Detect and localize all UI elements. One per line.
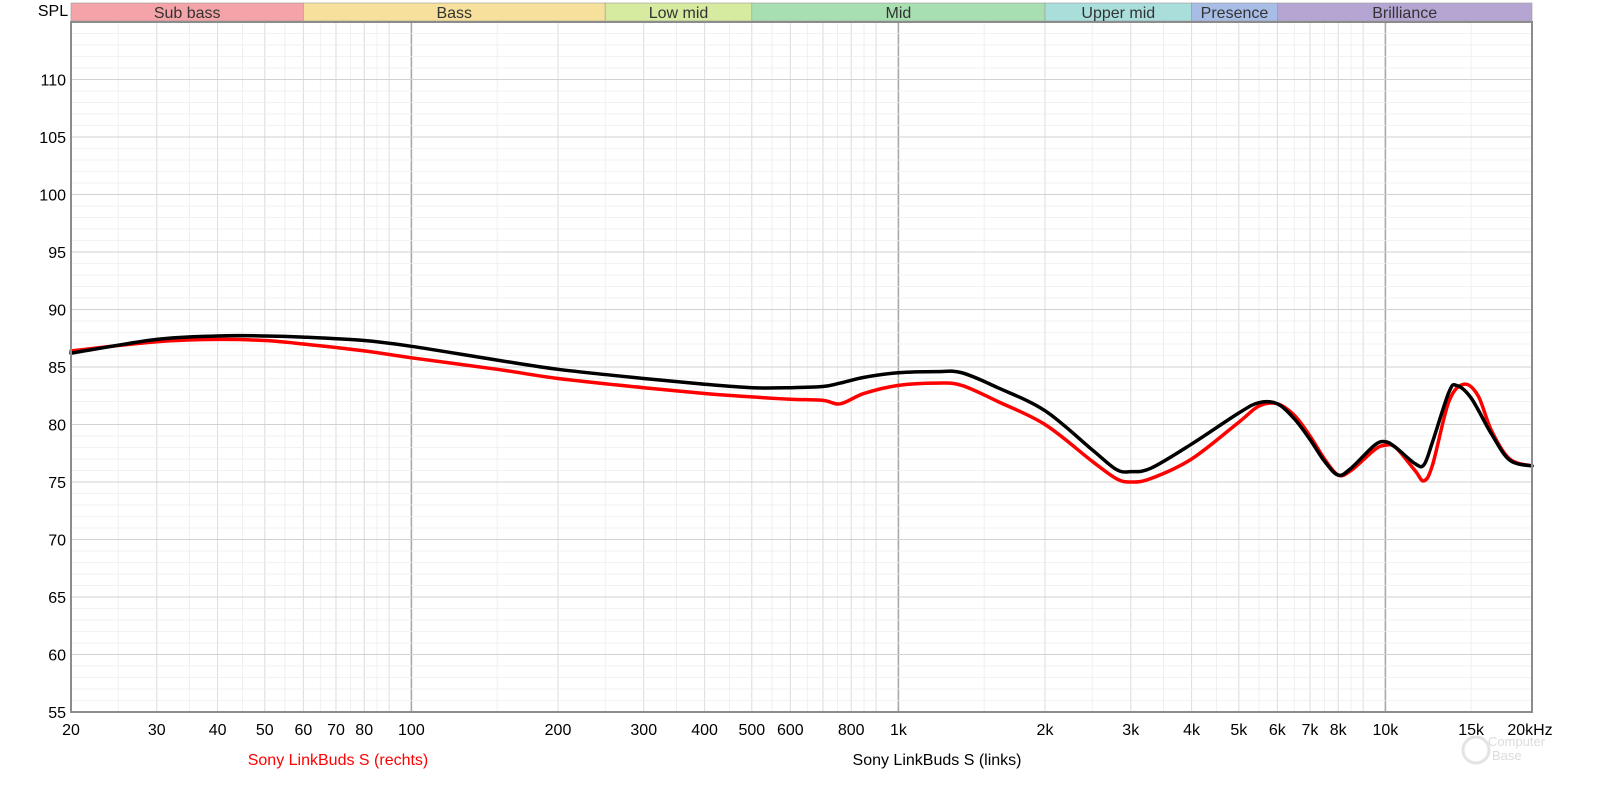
watermark-text: Computer <box>1488 734 1546 749</box>
x-tick-label: 8k <box>1330 722 1348 739</box>
x-tick-label: 100 <box>398 722 425 739</box>
y-tick-label: 110 <box>40 73 66 90</box>
band-label: Mid <box>886 5 912 22</box>
x-tick-label: 3k <box>1122 722 1140 739</box>
legend: Sony LinkBuds S (rechts) Sony LinkBuds S … <box>248 752 1022 769</box>
x-tick-label: 80 <box>355 722 373 739</box>
x-tick-label: 600 <box>777 722 804 739</box>
x-tick-label: 40 <box>209 722 227 739</box>
x-tick-label: 1k <box>890 722 908 739</box>
watermark-logo: Computer Base <box>1461 734 1546 765</box>
y-tick-label: 100 <box>39 188 66 205</box>
frequency-response-chart: Sub bass Bass Low mid Mid Upper mid Presence B… <box>38 2 1553 769</box>
x-tick-label: 20 <box>62 722 80 739</box>
x-tick-label: 500 <box>738 722 765 739</box>
band-label: Bass <box>436 5 472 22</box>
x-tick-label: 300 <box>630 722 657 739</box>
band-label: Upper mid <box>1081 5 1155 22</box>
legend-entry: Sony LinkBuds S (links) <box>853 752 1022 769</box>
y-tick-label: 75 <box>48 475 66 492</box>
x-tick-label: 200 <box>545 722 572 739</box>
y-axis-ticks: 55 60 65 70 75 80 85 90 95 100 105 110 <box>39 73 66 723</box>
band-label: Sub bass <box>154 5 221 22</box>
x-tick-label: 60 <box>294 722 312 739</box>
y-axis-label: SPL <box>38 3 68 20</box>
x-tick-label: 10k <box>1373 722 1400 739</box>
band-label: Brilliance <box>1372 5 1437 22</box>
y-tick-label: 55 <box>48 705 66 722</box>
x-tick-label: 7k <box>1302 722 1320 739</box>
x-tick-label: 400 <box>691 722 718 739</box>
y-tick-label: 65 <box>48 590 66 607</box>
watermark-ring <box>1461 735 1491 765</box>
grid <box>70 21 1533 713</box>
x-tick-label: 2k <box>1037 722 1055 739</box>
x-tick-label: 30 <box>148 722 166 739</box>
x-tick-label: 6k <box>1269 722 1287 739</box>
x-tick-label: 70 <box>327 722 345 739</box>
band-label: Presence <box>1201 5 1269 22</box>
y-tick-label: 90 <box>48 303 66 320</box>
frequency-bands: Sub bass Bass Low mid Mid Upper mid Presence B… <box>70 2 1533 22</box>
y-tick-label: 95 <box>48 245 66 262</box>
plot-area <box>69 21 1534 713</box>
watermark-text-2: Base <box>1492 748 1522 763</box>
y-tick-label: 85 <box>48 360 66 377</box>
y-tick-label: 80 <box>48 418 66 435</box>
x-tick-label: 50 <box>256 722 274 739</box>
y-tick-label: 105 <box>39 130 66 147</box>
band-label: Low mid <box>649 5 709 22</box>
x-tick-label: 4k <box>1183 722 1201 739</box>
x-tick-label: 5k <box>1230 722 1248 739</box>
y-tick-label: 60 <box>48 648 66 665</box>
x-tick-label: 800 <box>838 722 865 739</box>
y-tick-label: 70 <box>48 533 66 550</box>
legend-entry: Sony LinkBuds S (rechts) <box>248 752 429 769</box>
x-axis-ticks: 20 30 40 50 60 70 80 100 200 300 400 500 600 800 1k 2k 3… <box>62 722 1553 739</box>
